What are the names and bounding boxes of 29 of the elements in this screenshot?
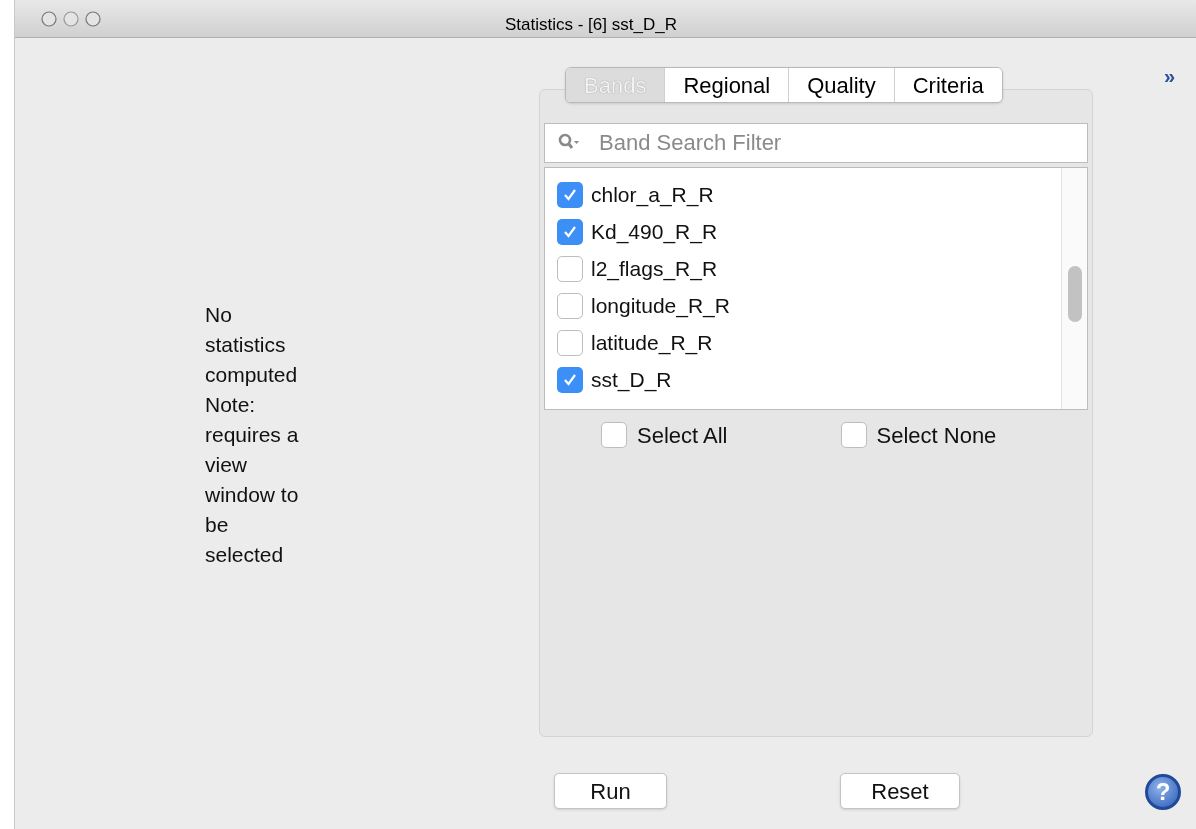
band-label: sst_D_R [591, 366, 672, 394]
checkbox[interactable] [840, 422, 867, 448]
checkbox[interactable] [557, 218, 583, 245]
band-label: latitude_R_R [591, 329, 713, 357]
scrollbar-thumb[interactable] [1067, 266, 1082, 322]
search-field[interactable]: Band Search Filter [544, 123, 1088, 163]
checkbox[interactable] [557, 292, 583, 319]
tab[interactable]: Criteria [893, 68, 1002, 102]
status-message: No statistics computed Note: requires a view window to be selected [205, 302, 300, 568]
checkbox[interactable] [557, 181, 583, 208]
checkbox[interactable] [557, 366, 583, 393]
tab[interactable]: Quality [788, 68, 894, 102]
checkbox[interactable] [557, 255, 583, 282]
checkbox[interactable] [557, 329, 583, 356]
checkbox[interactable] [601, 422, 627, 448]
expand-toggle[interactable]: » [1164, 66, 1176, 86]
window-title: Statistics - [6] sst_D_R [505, 14, 677, 36]
tab[interactable]: Regional [664, 68, 789, 102]
option-label: Select All [637, 421, 728, 450]
close-icon[interactable] [41, 10, 57, 27]
band-label: chlor_a_R_R [591, 181, 714, 209]
reset-button[interactable]: Reset [840, 773, 960, 809]
minimize-icon[interactable] [63, 10, 79, 27]
band-label: l2_flags_R_R [591, 255, 718, 283]
band-label: Kd_490_R_R [591, 218, 718, 246]
band-label: longitude_R_R [591, 292, 730, 320]
option-label: Select None [876, 421, 997, 450]
run-button[interactable]: Run [554, 773, 667, 809]
zoom-icon[interactable] [85, 10, 101, 27]
